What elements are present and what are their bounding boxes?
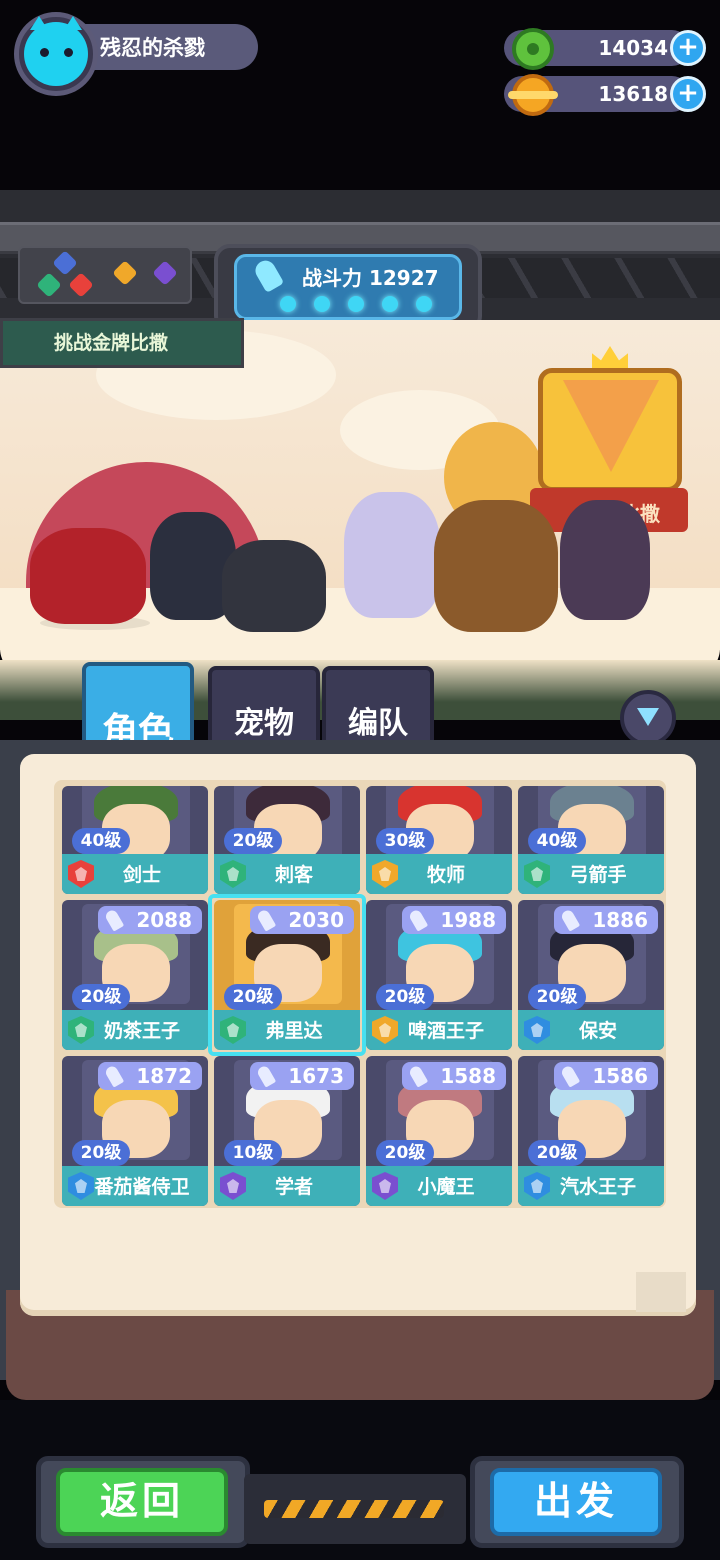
- filter-funnel-icon: [637, 708, 659, 726]
- character-name: 刺客: [274, 864, 313, 886]
- character-level: 20级: [72, 1140, 130, 1166]
- avatar-ear-left: [30, 16, 48, 30]
- character-power: 1673: [250, 1062, 354, 1090]
- character-card[interactable]: 奶茶王子 20级 2088: [62, 900, 208, 1050]
- player-name: 残忍的杀戮: [100, 36, 205, 60]
- character-card[interactable]: 弓箭手 40级: [518, 786, 664, 894]
- character-level: 20级: [528, 984, 586, 1010]
- character-power: 1886: [554, 906, 658, 934]
- character-name: 小魔王: [417, 1176, 475, 1198]
- stage-monster-member[interactable]: [30, 528, 146, 624]
- selected-card-highlight: [208, 894, 366, 1056]
- pizza-icon: [563, 380, 659, 472]
- tab-pets-label: 宠物: [234, 706, 294, 741]
- character-name: 奶茶王子: [103, 1020, 180, 1042]
- character-level: 20级: [528, 1140, 586, 1166]
- hazard-stripe: [264, 1500, 444, 1518]
- character-power: 1588: [402, 1062, 506, 1090]
- team-slot-dot: [348, 296, 364, 312]
- character-power: 1586: [554, 1062, 658, 1090]
- team-slot-dot: [314, 296, 330, 312]
- character-level: 20级: [376, 1140, 434, 1166]
- character-card[interactable]: 小魔王 20级 1588: [366, 1056, 512, 1206]
- character-card[interactable]: 学者 10级 1673: [214, 1056, 360, 1206]
- character-level: 40级: [528, 828, 586, 854]
- gem-value: 14034: [598, 36, 668, 60]
- character-name: 牧师: [426, 864, 465, 886]
- tab-formation-label: 编队: [348, 706, 408, 741]
- character-level: 30级: [376, 828, 434, 854]
- character-card[interactable]: 汽水王子 20级 1586: [518, 1056, 664, 1206]
- character-level: 20级: [72, 984, 130, 1010]
- gold-planet-coin-icon: [508, 74, 558, 116]
- team-power-value: 12927: [368, 266, 439, 290]
- page-corner-fold: [636, 1272, 686, 1312]
- character-name: 啤酒王子: [407, 1020, 484, 1042]
- team-slot-dot: [416, 296, 432, 312]
- add-gems-button[interactable]: +: [670, 30, 706, 66]
- green-gem-icon: [512, 28, 554, 70]
- team-power: 战斗力 12927: [302, 262, 439, 291]
- coin-value: 13618: [598, 82, 668, 106]
- team-power-label: 战斗力: [302, 266, 362, 290]
- stage-witch-member[interactable]: [344, 492, 440, 618]
- character-level: 40级: [72, 828, 130, 854]
- avatar-eye-left: [40, 48, 49, 57]
- go-button[interactable]: 出发: [490, 1468, 662, 1536]
- stage-cat-girl-member[interactable]: [560, 500, 650, 620]
- stage-frida-member[interactable]: [434, 500, 558, 632]
- character-card[interactable]: 保安 20级 1886: [518, 900, 664, 1050]
- avatar-eye-right: [64, 48, 73, 57]
- character-power: 1988: [402, 906, 506, 934]
- character-level: 20级: [224, 828, 282, 854]
- character-name: 学者: [274, 1176, 313, 1198]
- avatar-cat-icon: [24, 22, 88, 86]
- character-power: 2088: [98, 906, 202, 934]
- back-button[interactable]: 返回: [56, 1468, 228, 1536]
- character-level: 10级: [224, 1140, 282, 1166]
- stage-alien-member[interactable]: [222, 540, 326, 632]
- character-name: 汽水王子: [559, 1176, 636, 1198]
- character-level: 20级: [376, 984, 434, 1010]
- team-slot-dot: [280, 296, 296, 312]
- character-card[interactable]: 番茄酱侍卫 20级 1872: [62, 1056, 208, 1206]
- team-slot-dot: [382, 296, 398, 312]
- character-card[interactable]: 啤酒王子 20级 1988: [366, 900, 512, 1050]
- character-name: 保安: [578, 1020, 617, 1042]
- character-name: 弓箭手: [569, 864, 627, 886]
- avatar-ear-right: [64, 16, 82, 30]
- character-name: 剑士: [122, 864, 161, 886]
- add-coins-button[interactable]: +: [670, 76, 706, 112]
- character-card[interactable]: 牧师 30级: [366, 786, 512, 894]
- character-card[interactable]: 剑士 40级: [62, 786, 208, 894]
- character-card[interactable]: 刺客 20级: [214, 786, 360, 894]
- challenge-label: 挑战金牌比撒: [54, 332, 169, 354]
- character-name: 番茄酱侍卫: [94, 1176, 190, 1198]
- character-power: 1872: [98, 1062, 202, 1090]
